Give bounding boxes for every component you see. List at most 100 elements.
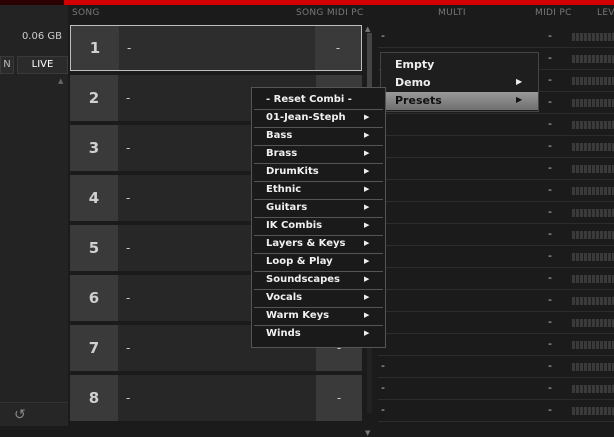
scroll-up-icon[interactable]: ▲ (365, 25, 370, 33)
multi-row[interactable]: -- (378, 333, 614, 356)
dropdown-item[interactable]: DrumKits ▶ (254, 164, 383, 182)
multi-row[interactable]: -- (378, 289, 614, 312)
level-meter (572, 253, 614, 261)
dropdown-item[interactable]: Soundscapes ▶ (254, 272, 383, 290)
chevron-right-icon: ▶ (364, 185, 370, 193)
presets-dropdown: - Reset Combi - 01-Jean-Steph ▶ Bass ▶ Brass ▶… (251, 87, 386, 348)
song-number: 7 (70, 325, 118, 371)
dropdown-item-label: Brass (266, 148, 298, 159)
multi-row[interactable]: -- (378, 113, 614, 136)
top-accent-bar (0, 0, 614, 5)
song-number: 3 (70, 125, 118, 171)
song-midi-pc[interactable]: - (315, 26, 361, 70)
multi-row[interactable]: -- (378, 135, 614, 158)
submenu-item-demo[interactable]: Demo ▶ (381, 74, 538, 92)
multi-row[interactable]: -- (378, 311, 614, 334)
dropdown-item[interactable]: Layers & Keys ▶ (254, 236, 383, 254)
song-name: - (127, 41, 132, 55)
multi-row[interactable]: -- (378, 355, 614, 378)
multi-row[interactable]: -- (378, 399, 614, 422)
multi-midi-pc: - (548, 73, 552, 86)
level-meter (572, 55, 614, 63)
multi-midi-pc: - (548, 315, 552, 328)
song-row[interactable]: 8-- (70, 375, 362, 421)
header-level: LEV (597, 8, 614, 18)
dropdown-item-label: Warm Keys (266, 310, 330, 321)
chevron-right-icon: ▶ (364, 113, 370, 121)
song-name: - (126, 91, 131, 105)
level-meter (572, 121, 614, 129)
chevron-right-icon: ▶ (364, 293, 370, 301)
submenu-item-presets[interactable]: Presets ▶ (381, 92, 538, 110)
dropdown-item[interactable]: Winds ▶ (254, 326, 383, 343)
multi-midi-pc: - (548, 337, 552, 350)
level-meter (572, 99, 614, 107)
level-meter (572, 407, 614, 415)
song-number: 2 (70, 75, 118, 121)
level-meter (572, 77, 614, 85)
dropdown-item[interactable]: Vocals ▶ (254, 290, 383, 308)
level-meter (572, 363, 614, 371)
song-name: - (126, 291, 131, 305)
submenu-item-empty[interactable]: Empty (381, 56, 538, 74)
dropdown-item[interactable]: Guitars ▶ (254, 200, 383, 218)
submenu-item-label: Demo (395, 76, 431, 89)
dropdown-item[interactable]: - Reset Combi - (254, 92, 383, 110)
multi-midi-pc: - (548, 139, 552, 152)
dropdown-item-label: Soundscapes (266, 274, 340, 285)
level-meter (572, 275, 614, 283)
multi-row[interactable]: -- (378, 179, 614, 202)
multi-midi-pc: - (548, 381, 552, 394)
mode-button-row: N LIVE (0, 56, 68, 74)
n-button[interactable]: N (0, 56, 14, 74)
chevron-right-icon: ▶ (364, 149, 370, 157)
chevron-right-icon: ▶ (516, 77, 523, 86)
chevron-right-icon: ▶ (364, 167, 370, 175)
left-scroll-up-icon[interactable]: ▲ (58, 77, 63, 85)
undo-icon[interactable]: ↺ (14, 407, 26, 423)
dropdown-item[interactable]: Bass ▶ (254, 128, 383, 146)
song-name: - (126, 141, 131, 155)
song-name: - (126, 191, 131, 205)
multi-midi-pc: - (548, 271, 552, 284)
song-number: 5 (70, 225, 118, 271)
left-panel: 0.06 GB N LIVE ▲ ↺ (0, 5, 68, 426)
multi-midi-pc: - (548, 227, 552, 240)
dropdown-item[interactable]: Brass ▶ (254, 146, 383, 164)
live-button[interactable]: LIVE (17, 56, 68, 74)
multi-midi-pc: - (548, 183, 552, 196)
scroll-down-icon[interactable]: ▼ (365, 429, 370, 437)
level-meter (572, 341, 614, 349)
dropdown-item[interactable]: 01-Jean-Steph ▶ (254, 110, 383, 128)
multi-name: - (381, 381, 385, 394)
dropdown-item-label: Ethnic (266, 184, 302, 195)
multi-row[interactable]: -- (378, 25, 614, 48)
chevron-right-icon: ▶ (364, 275, 370, 283)
multi-row[interactable]: -- (378, 223, 614, 246)
level-meter (572, 319, 614, 327)
level-meter (572, 165, 614, 173)
song-midi-pc[interactable]: - (316, 375, 362, 421)
dropdown-item[interactable]: IK Combis ▶ (254, 218, 383, 236)
multi-row[interactable]: -- (378, 201, 614, 224)
context-submenu: Empty Demo ▶ Presets ▶ (380, 52, 539, 112)
header-multi: MULTI (438, 8, 466, 18)
dropdown-item[interactable]: Warm Keys ▶ (254, 308, 383, 326)
submenu-item-label: Presets (395, 94, 442, 107)
song-name: - (126, 341, 131, 355)
dropdown-item-label: Loop & Play (266, 256, 333, 267)
multi-midi-pc: - (548, 29, 552, 42)
multi-midi-pc: - (548, 359, 552, 372)
multi-row[interactable]: -- (378, 245, 614, 268)
chevron-right-icon: ▶ (364, 257, 370, 265)
dropdown-item-label: 01-Jean-Steph (266, 112, 346, 123)
multi-row[interactable]: -- (378, 267, 614, 290)
chevron-right-icon: ▶ (364, 221, 370, 229)
song-row[interactable]: 1-- (70, 25, 362, 71)
header-song: SONG (72, 8, 100, 18)
multi-row[interactable]: -- (378, 377, 614, 400)
dropdown-item-label: - Reset Combi - (266, 94, 352, 105)
multi-row[interactable]: -- (378, 157, 614, 180)
dropdown-item[interactable]: Loop & Play ▶ (254, 254, 383, 272)
dropdown-item[interactable]: Ethnic ▶ (254, 182, 383, 200)
